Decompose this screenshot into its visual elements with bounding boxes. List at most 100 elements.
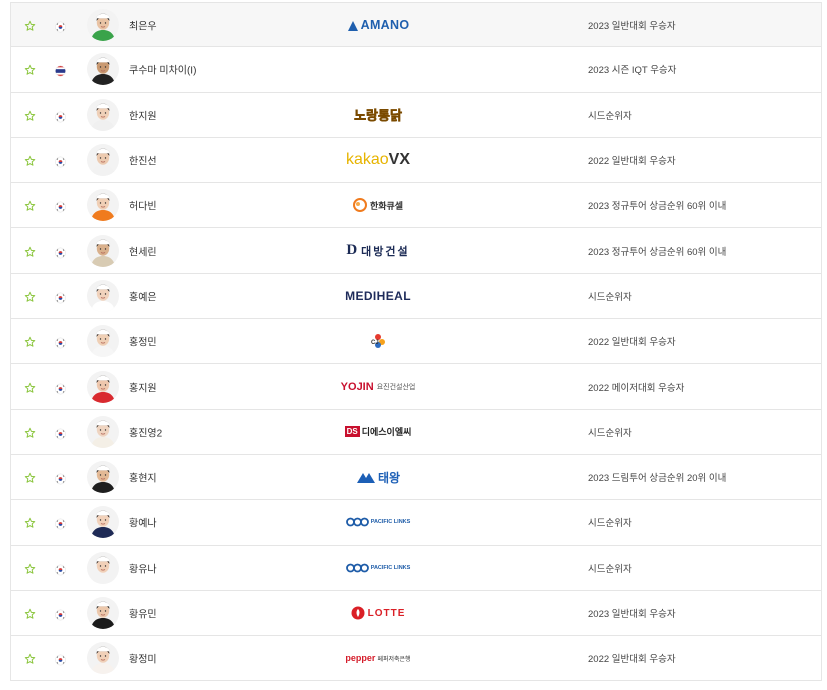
player-name[interactable]: 최은우 — [129, 17, 157, 32]
korea-flag-icon — [55, 336, 66, 349]
player-avatar[interactable] — [87, 370, 119, 403]
player-name[interactable]: 황유나 — [129, 560, 157, 575]
sponsor-logo: PACIFIC LINKS — [333, 558, 423, 578]
favorite-star-icon[interactable] — [24, 19, 36, 31]
favorite-star-icon[interactable] — [24, 199, 36, 212]
favorite-star-icon[interactable] — [24, 335, 36, 347]
qualification-note: 시드순위자 — [588, 291, 632, 303]
player-name[interactable]: 홍정민 — [129, 334, 157, 349]
qualification-note: 2022 일반대회 우승자 — [588, 337, 676, 349]
sponsor-text-secondary: 디에스이엘씨 — [361, 427, 412, 438]
player-name[interactable]: 황유민 — [129, 606, 157, 621]
player-name[interactable]: 허다빈 — [129, 198, 157, 213]
cj-logo-mark: CJ — [371, 334, 385, 349]
player-avatar[interactable] — [87, 144, 119, 177]
korea-flag-icon — [55, 381, 66, 394]
sponsor-logo — [333, 59, 423, 79]
sponsor-text: AMANO — [360, 17, 410, 32]
sponsor-logo: PACIFIC LINKS — [333, 512, 423, 532]
sponsor-text: MEDIHEAL — [345, 288, 411, 303]
player-row: 황정미 pepper 페퍼저축은행 2022 일반대회 우승자 — [11, 636, 821, 682]
korea-flag-icon — [55, 19, 66, 33]
player-name[interactable]: 홍진영2 — [129, 424, 162, 439]
lotte-logo-mark — [351, 606, 365, 620]
favorite-star-icon[interactable] — [24, 562, 36, 574]
qualification-note: 시드순위자 — [588, 563, 632, 575]
favorite-star-icon[interactable] — [24, 426, 36, 438]
sponsor-text: PACIFIC LINKS — [370, 519, 411, 526]
sponsor-text: 한화큐셀 — [369, 200, 404, 211]
favorite-star-icon[interactable] — [24, 245, 36, 257]
player-avatar[interactable] — [87, 189, 119, 222]
player-name[interactable]: 황정미 — [129, 651, 157, 666]
sponsor-logo: AMANO — [333, 15, 423, 35]
player-name[interactable]: 홍예은 — [129, 288, 157, 303]
player-row: 홍정민 CJ 2022 일반대회 우승자 — [11, 319, 821, 365]
sponsor-text: DS — [344, 426, 360, 438]
favorite-star-icon[interactable] — [24, 63, 36, 76]
qualification-note: 2023 시즌 IQT 우승자 — [588, 65, 677, 77]
player-row: 한지원 노랑통닭 시드순위자 — [11, 93, 821, 138]
sponsor-logo: kakao VX — [333, 150, 423, 170]
player-name[interactable]: 황예나 — [129, 515, 157, 530]
player-row: 최은우 AMANO 2023 일반대회 우승자 — [11, 2, 821, 48]
korea-flag-icon — [55, 562, 66, 576]
qualification-note: 2022 일반대회 우승자 — [588, 156, 676, 168]
player-row: 홍현지 태왕 2023 드림투어 상금순위 20위 이내 — [11, 455, 821, 501]
player-name[interactable]: 홍지원 — [129, 379, 157, 394]
korea-flag-icon — [55, 426, 66, 440]
favorite-star-icon[interactable] — [24, 290, 36, 302]
player-avatar[interactable] — [87, 234, 119, 267]
player-name[interactable]: 쿠수마 미차이(I) — [129, 62, 196, 77]
sponsor-logo: 한화큐셀 — [333, 195, 423, 215]
player-avatar[interactable] — [87, 53, 119, 86]
player-row: 황유나 PACIFIC LINKS 시드순위자 — [11, 546, 821, 591]
korea-flag-icon — [55, 608, 66, 621]
korea-flag-icon — [55, 517, 66, 530]
player-avatar[interactable] — [87, 98, 119, 131]
player-table: 최은우 AMANO 2023 일반대회 우승자 쿠수마 미차이(I) 2023 … — [10, 2, 822, 682]
player-avatar[interactable] — [87, 642, 119, 675]
sponsor-text: kakao — [345, 151, 389, 169]
favorite-star-icon[interactable] — [24, 471, 36, 483]
favorite-star-icon[interactable] — [24, 154, 36, 166]
korea-flag-icon — [55, 290, 66, 304]
svg-text:CJ: CJ — [371, 340, 379, 346]
player-avatar[interactable] — [87, 551, 119, 584]
player-name[interactable]: 현세린 — [129, 243, 157, 258]
sponsor-logo: D 대방건설 — [333, 241, 423, 261]
favorite-star-icon[interactable] — [24, 516, 36, 529]
sponsor-text-secondary: VX — [388, 151, 411, 169]
sponsor-text: 대방건설 — [361, 245, 410, 258]
qualification-note: 2023 정규투어 상금순위 60위 이내 — [588, 246, 727, 258]
player-avatar[interactable] — [87, 461, 119, 494]
player-row: 황유민 LOTTE 2023 일반대회 우승자 — [11, 591, 821, 637]
qualification-note: 시드순위자 — [588, 427, 632, 439]
sponsor-logo: 노랑통닭 — [333, 105, 423, 125]
qualification-note: 2023 일반대회 우승자 — [588, 609, 676, 620]
favorite-star-icon[interactable] — [24, 652, 36, 664]
player-avatar[interactable] — [87, 597, 119, 629]
sponsor-logo: MEDIHEAL — [333, 286, 423, 306]
player-row: 황예나 PACIFIC LINKS 시드순위자 — [11, 500, 821, 546]
korea-flag-icon — [55, 200, 66, 213]
player-row: 쿠수마 미차이(I) 2023 시즌 IQT 우승자 — [11, 47, 821, 93]
player-avatar[interactable] — [87, 8, 119, 41]
sponsor-text: 노랑통닭 — [354, 108, 402, 124]
player-avatar[interactable] — [87, 279, 119, 312]
player-avatar[interactable] — [87, 325, 119, 358]
player-name[interactable]: 한지원 — [129, 107, 157, 122]
player-avatar[interactable] — [87, 506, 119, 539]
player-row: 홍예은 MEDIHEAL 시드순위자 — [11, 274, 821, 320]
korea-flag-icon — [55, 245, 66, 258]
player-name[interactable]: 홍현지 — [129, 470, 157, 485]
sponsor-text: 태왕 — [377, 470, 401, 485]
player-avatar[interactable] — [87, 415, 119, 448]
player-name[interactable]: 한진선 — [129, 153, 157, 168]
sponsor-text-secondary: 페퍼저축은행 — [377, 656, 411, 663]
favorite-star-icon[interactable] — [24, 109, 36, 121]
player-row: 허다빈 한화큐셀 2023 정규투어 상금순위 60위 이내 — [11, 183, 821, 229]
favorite-star-icon[interactable] — [24, 381, 36, 393]
thailand-flag-icon — [55, 64, 66, 77]
favorite-star-icon[interactable] — [24, 607, 36, 619]
